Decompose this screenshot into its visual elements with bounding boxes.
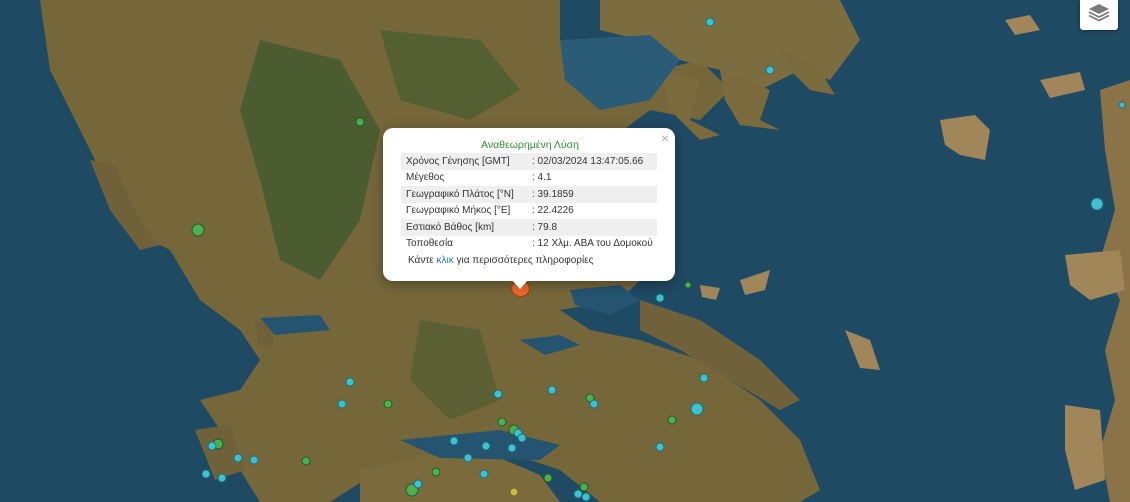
popup-close-button[interactable]: × — [661, 131, 669, 145]
skiathos-island — [700, 285, 720, 300]
quake-marker[interactable] — [249, 455, 259, 465]
earthquake-popup: × Αναθεωρημένη Λύση Χρόνος Γένησης [GMT]… — [383, 128, 675, 281]
popup-title: Αναθεωρημένη Λύση — [481, 139, 579, 151]
earthquake-details-table: Χρόνος Γένησης [GMT] : 02/03/2024 13:47:… — [401, 153, 657, 252]
more-info-link[interactable]: κλικ — [437, 255, 454, 266]
quake-marker[interactable] — [655, 293, 665, 303]
detail-row-location: Τοποθεσία : 12 Χλμ. ΑΒΑ του Δομοκού — [401, 236, 657, 253]
skopelos-island — [740, 270, 770, 295]
quake-marker[interactable] — [1118, 101, 1126, 109]
quake-marker[interactable] — [547, 385, 557, 395]
quake-marker[interactable] — [479, 469, 489, 479]
quake-marker[interactable] — [543, 473, 553, 483]
quake-marker[interactable] — [699, 373, 709, 383]
skyros-island — [845, 330, 880, 370]
quake-marker[interactable] — [463, 453, 473, 463]
imbros-island — [1005, 15, 1040, 35]
detail-value: : 02/03/2024 13:47:05.66 — [527, 153, 657, 170]
quake-marker[interactable] — [201, 469, 211, 479]
detail-value: : 22.4226 — [532, 205, 574, 217]
quake-marker[interactable] — [1090, 197, 1104, 211]
layers-stack-icon — [1087, 2, 1111, 29]
chios-island — [1065, 405, 1105, 490]
quake-marker[interactable] — [233, 453, 243, 463]
detail-value: : 12 Χλμ. ΑΒΑ του Δομοκού — [532, 238, 653, 250]
quake-marker[interactable] — [355, 117, 365, 127]
quake-marker[interactable] — [301, 456, 311, 466]
detail-row-magnitude: Μέγεθος : 4.1 — [401, 170, 657, 187]
quake-marker[interactable] — [509, 487, 519, 497]
quake-marker[interactable] — [449, 436, 459, 446]
quake-marker[interactable] — [690, 402, 704, 416]
lemnos-island — [940, 115, 990, 160]
quake-marker[interactable] — [337, 399, 347, 409]
detail-row-origin-time: Χρόνος Γένησης [GMT] : 02/03/2024 13:47:… — [401, 153, 657, 170]
quake-marker[interactable] — [765, 65, 775, 75]
detail-label: Γεωγραφικό Μήκος [°E] — [406, 205, 511, 217]
more-info-line: Κάντε κλικ για περισσότερες πληροφορίες — [401, 254, 659, 268]
quake-marker[interactable] — [481, 441, 491, 451]
detail-row-latitude: Γεωγραφικό Πλάτος [°N] : 39.1859 — [401, 186, 657, 203]
quake-marker[interactable] — [493, 389, 503, 399]
detail-label: Εστιακό Βάθος [km] — [401, 219, 527, 236]
quake-marker[interactable] — [413, 479, 423, 489]
quake-marker[interactable] — [581, 492, 591, 502]
quake-marker[interactable] — [207, 441, 217, 451]
quake-marker[interactable] — [684, 281, 692, 289]
detail-row-longitude: Γεωγραφικό Μήκος [°E] : 22.4226 — [401, 203, 657, 220]
quake-marker[interactable] — [573, 489, 583, 499]
quake-marker[interactable] — [431, 467, 441, 477]
detail-value: : 39.1859 — [527, 186, 657, 203]
quake-marker[interactable] — [655, 442, 665, 452]
quake-marker[interactable] — [345, 377, 355, 387]
detail-label: Γεωγραφικό Πλάτος [°N] — [401, 186, 527, 203]
more-info-suffix: για περισσότερες πληροφορίες — [453, 255, 594, 266]
quake-marker[interactable] — [191, 223, 205, 237]
quake-marker[interactable] — [589, 399, 599, 409]
popup-tip — [512, 280, 528, 289]
layers-control-button[interactable] — [1080, 0, 1118, 30]
quake-marker[interactable] — [517, 433, 527, 443]
quake-marker[interactable] — [497, 417, 507, 427]
detail-label: Μέγεθος — [406, 172, 445, 184]
detail-label: Τοποθεσία — [406, 238, 453, 250]
quake-marker[interactable] — [705, 17, 715, 27]
samothraki-island — [1040, 72, 1085, 98]
detail-label: Χρόνος Γένησης [GMT] — [401, 153, 527, 170]
quake-marker[interactable] — [667, 415, 677, 425]
quake-marker[interactable] — [507, 443, 517, 453]
detail-value: : 4.1 — [532, 172, 552, 184]
lesvos-island — [1065, 250, 1125, 300]
quake-marker[interactable] — [383, 399, 393, 409]
detail-value: : 79.8 — [527, 219, 657, 236]
quake-marker[interactable] — [217, 473, 227, 483]
detail-row-depth: Εστιακό Βάθος [km] : 79.8 — [401, 219, 657, 236]
map-view[interactable]: × Αναθεωρημένη Λύση Χρόνος Γένησης [GMT]… — [0, 0, 1130, 502]
more-info-prefix: Κάντε — [408, 255, 437, 266]
quake-marker[interactable] — [579, 482, 589, 492]
